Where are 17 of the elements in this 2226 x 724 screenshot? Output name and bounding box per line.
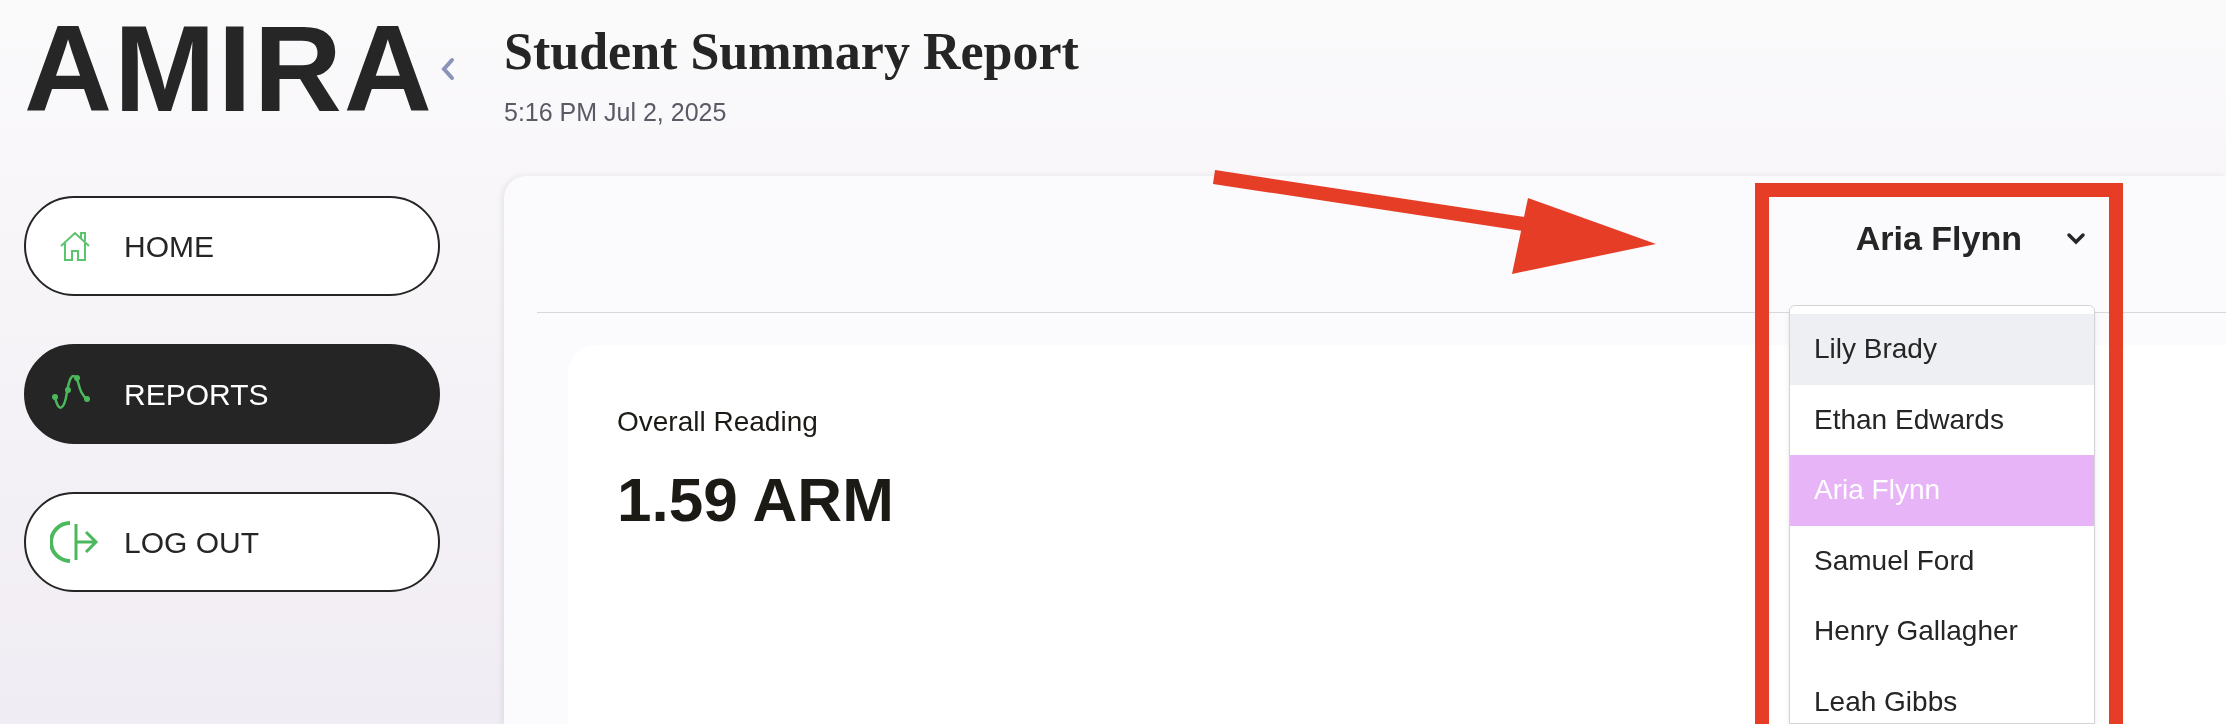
page-title: Student Summary Report <box>504 24 1079 80</box>
student-option[interactable]: Ethan Edwards <box>1790 384 2094 455</box>
home-icon <box>58 229 92 263</box>
card-value: 1.59 ARM <box>617 468 894 531</box>
student-select[interactable]: Aria Flynn <box>1855 213 2086 264</box>
student-option[interactable]: Lily Brady <box>1790 314 2094 385</box>
logo: AMIRA <box>24 8 434 130</box>
collapse-chevron-icon[interactable] <box>439 57 456 81</box>
nav-button[interactable]: LOG OUT <box>24 492 440 592</box>
student-option[interactable]: Leah Gibbs <box>1790 666 2094 723</box>
nav-button[interactable]: HOME <box>24 196 440 296</box>
student-option[interactable]: Henry Gallagher <box>1790 596 2094 667</box>
card-label: Overall Reading <box>617 404 818 439</box>
report-timestamp: 5:16 PM Jul 2, 2025 <box>504 97 727 128</box>
nav-button[interactable]: REPORTS <box>24 344 440 444</box>
student-option[interactable]: Samuel Ford <box>1790 525 2094 596</box>
logout-icon <box>50 520 100 564</box>
